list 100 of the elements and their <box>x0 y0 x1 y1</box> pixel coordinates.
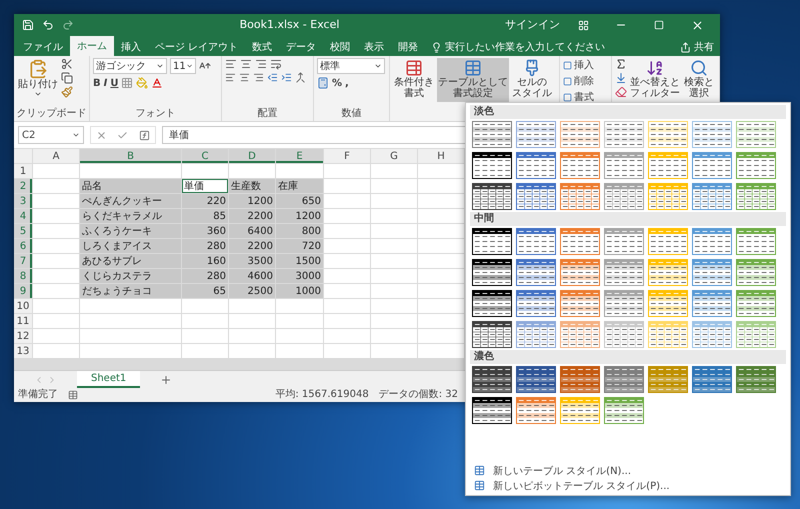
autosum-icon[interactable] <box>615 58 627 70</box>
table-style-swatch[interactable] <box>560 366 600 393</box>
table-style-swatch[interactable] <box>692 259 732 286</box>
font-style-button[interactable]: U <box>110 76 118 90</box>
center-icon[interactable] <box>239 72 250 83</box>
table-style-swatch[interactable] <box>516 121 556 148</box>
enter-icon[interactable] <box>117 130 128 140</box>
table-style-swatch[interactable] <box>472 397 512 424</box>
table-style-swatch[interactable] <box>516 321 556 348</box>
table-style-swatch[interactable] <box>472 121 512 148</box>
row-header[interactable]: 6 <box>14 239 32 253</box>
column-header[interactable]: B <box>80 149 181 163</box>
row-header[interactable]: 12 <box>14 329 32 343</box>
ribbon-tab[interactable]: 開発 <box>391 38 426 56</box>
table-style-swatch[interactable] <box>472 183 512 210</box>
style-button[interactable]: 条件付き 書式 <box>393 58 435 102</box>
table-style-swatch[interactable] <box>604 259 644 286</box>
table-style-swatch[interactable] <box>604 366 644 393</box>
decrease-indent-icon[interactable] <box>267 72 278 83</box>
function-icon[interactable] <box>138 130 150 140</box>
ribbon-tab[interactable]: ページ レイアウト <box>148 38 246 56</box>
table-style-swatch[interactable] <box>736 152 776 179</box>
table-style-swatch[interactable] <box>516 366 556 393</box>
ribbon-tab[interactable]: 数式 <box>245 38 280 56</box>
wrap-text-icon[interactable] <box>270 58 282 70</box>
table-style-swatch[interactable] <box>692 290 732 317</box>
copy-icon[interactable] <box>61 72 73 84</box>
number-format-button[interactable]: % <box>332 76 342 90</box>
table-style-swatch[interactable] <box>736 366 776 393</box>
number-format-button[interactable]: , <box>345 76 349 90</box>
editing-button[interactable]: 並べ替えと フィルター <box>629 58 681 102</box>
sign-in-link[interactable]: サインイン <box>505 18 560 32</box>
cancel-icon[interactable] <box>96 130 108 140</box>
table-style-swatch[interactable] <box>560 259 600 286</box>
table-style-swatch[interactable] <box>472 366 512 393</box>
row-header[interactable]: 8 <box>14 269 32 283</box>
row-header[interactable]: 2 <box>14 179 32 193</box>
table-style-swatch[interactable] <box>692 228 732 255</box>
caret-icon[interactable] <box>34 90 42 98</box>
paste-button[interactable]: 貼り付け <box>17 58 59 102</box>
ribbon-tab[interactable]: ホーム <box>70 36 114 56</box>
align-top-icon[interactable] <box>225 58 237 70</box>
tell-me-search[interactable]: 実行したい作業を入力してください <box>425 38 612 56</box>
caret-icon[interactable] <box>374 62 382 70</box>
table-style-swatch[interactable] <box>516 228 556 255</box>
table-style-swatch[interactable] <box>736 259 776 286</box>
table-style-swatch[interactable] <box>604 152 644 179</box>
font-name-field[interactable]: 游ゴシック <box>93 58 167 74</box>
table-style-swatch[interactable] <box>604 290 644 317</box>
table-style-swatch[interactable] <box>472 228 512 255</box>
share-button[interactable]: 共有 <box>674 38 720 56</box>
redo-icon[interactable] <box>62 19 74 31</box>
gallery-menu-item[interactable]: 新しいテーブル スタイル(N)... <box>470 463 786 478</box>
table-style-swatch[interactable] <box>516 152 556 179</box>
table-style-swatch[interactable] <box>516 183 556 210</box>
row-header[interactable]: 11 <box>14 314 32 328</box>
column-header[interactable]: A <box>33 149 79 163</box>
cells-button[interactable]: 書式 <box>563 90 608 104</box>
gallery-menu-item[interactable]: 新しいピボットテーブル スタイル(P)... <box>470 478 786 493</box>
cells-button[interactable]: 削除 <box>563 74 608 88</box>
cells-button[interactable]: 挿入 <box>563 58 608 72</box>
table-style-swatch[interactable] <box>692 152 732 179</box>
table-style-swatch[interactable] <box>472 290 512 317</box>
format-painter-icon[interactable] <box>61 86 73 98</box>
currency-icon[interactable] <box>317 77 329 89</box>
column-header[interactable]: H <box>418 149 464 163</box>
eraser-icon[interactable] <box>615 86 627 98</box>
table-style-swatch[interactable] <box>560 152 600 179</box>
number-format-field[interactable]: 標準 <box>317 58 385 74</box>
table-style-swatch[interactable] <box>736 183 776 210</box>
font-size-field[interactable]: 11 <box>170 58 196 74</box>
row-header[interactable]: 5 <box>14 224 32 238</box>
column-header[interactable]: E <box>276 149 323 163</box>
caret-icon[interactable] <box>156 62 164 70</box>
ribbon-tab[interactable]: 校閲 <box>323 38 358 56</box>
align-left-icon[interactable] <box>225 72 236 83</box>
table-style-swatch[interactable] <box>604 183 644 210</box>
row-header[interactable]: 9 <box>14 284 32 298</box>
fill-color-icon[interactable] <box>136 77 148 89</box>
font-style-button[interactable]: I <box>104 76 108 90</box>
save-icon[interactable] <box>22 19 34 31</box>
table-style-swatch[interactable] <box>516 397 556 424</box>
border-icon[interactable] <box>121 77 134 89</box>
table-style-swatch[interactable] <box>604 228 644 255</box>
table-style-swatch[interactable] <box>692 366 732 393</box>
column-header[interactable]: F <box>324 149 370 163</box>
column-header[interactable]: D <box>229 149 275 163</box>
align-bottom-icon[interactable] <box>255 58 267 70</box>
row-header[interactable]: 7 <box>14 254 32 268</box>
table-style-swatch[interactable] <box>560 228 600 255</box>
font-color-icon[interactable] <box>151 77 164 89</box>
editing-button[interactable]: 検索と 選択 <box>683 58 715 102</box>
table-style-swatch[interactable] <box>560 290 600 317</box>
column-header[interactable]: G <box>371 149 417 163</box>
sheet-tab[interactable]: Sheet1 <box>77 371 140 388</box>
table-style-swatch[interactable] <box>472 259 512 286</box>
table-style-swatch[interactable] <box>472 321 512 348</box>
style-button[interactable]: テーブルとして 書式設定 <box>437 58 509 102</box>
font-style-button[interactable]: B <box>93 76 101 90</box>
row-header[interactable]: 10 <box>14 299 32 313</box>
